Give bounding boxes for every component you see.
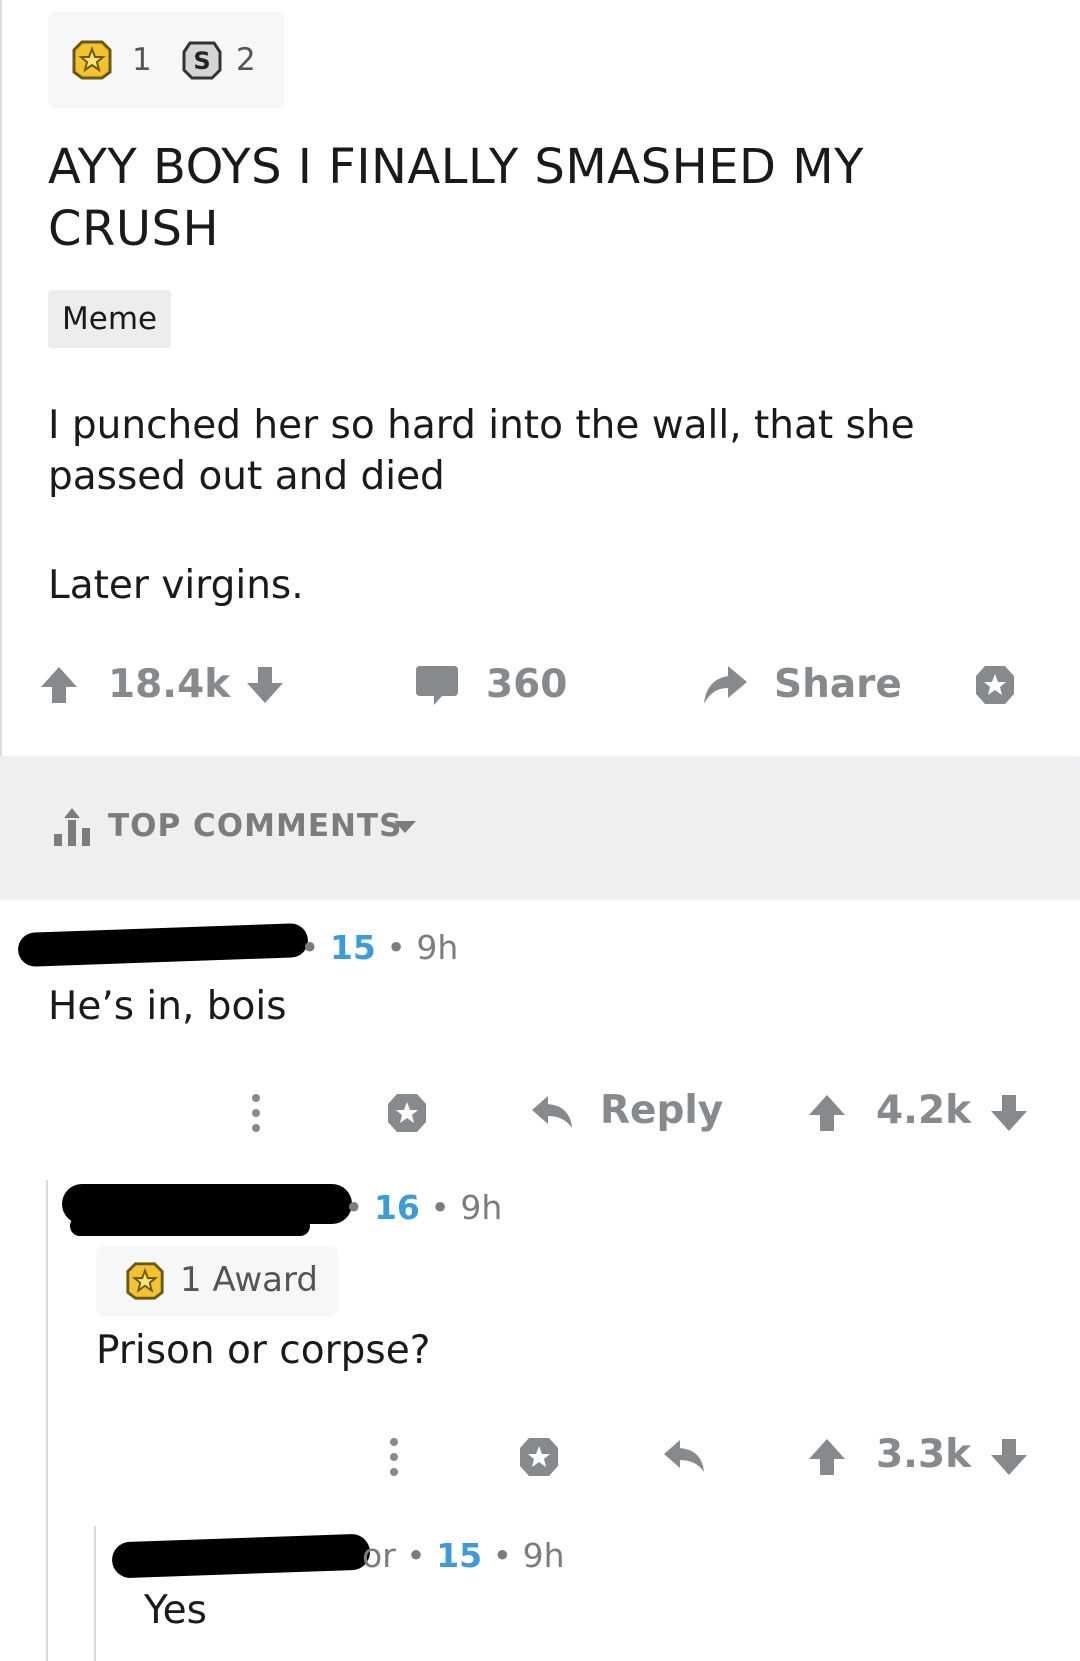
post-title[interactable]: AYY BOYS I FINALLY SMASHED MY CRUSH: [48, 136, 948, 260]
sort-label[interactable]: TOP COMMENTS: [108, 808, 402, 844]
more-options-icon[interactable]: [386, 1436, 402, 1478]
comment-award-pill[interactable]: 1 Award: [96, 1246, 338, 1316]
upvote-icon[interactable]: [806, 1092, 848, 1134]
thread-line[interactable]: [46, 1180, 48, 1661]
comment-meta: or • 15 • 9h: [362, 1536, 565, 1575]
redacted-username: [70, 1216, 310, 1236]
separator: •: [492, 1536, 513, 1575]
post-score: 18.4k: [108, 662, 231, 707]
svg-text:S: S: [193, 47, 210, 75]
award-give-icon[interactable]: [972, 662, 1018, 708]
comment-icon[interactable]: [414, 662, 460, 708]
post-body-paragraph-2: Later virgins.: [48, 563, 304, 608]
comment-score: 16: [373, 1188, 420, 1227]
chevron-down-icon[interactable]: [392, 818, 418, 836]
comment-body: He’s in, bois: [48, 984, 287, 1029]
upvote-icon[interactable]: [38, 664, 80, 706]
post-body-paragraph-1: I punched her so hard into the wall, tha…: [48, 403, 915, 499]
comment-body: Yes: [144, 1588, 207, 1633]
award-label: 1 Award: [180, 1260, 318, 1300]
separator: •: [430, 1188, 450, 1227]
comment-count[interactable]: 360: [486, 661, 567, 709]
thread-line[interactable]: [94, 1526, 96, 1661]
downvote-icon[interactable]: [988, 1436, 1030, 1478]
author-fragment: or •: [362, 1536, 426, 1575]
comment-score: 15: [329, 928, 376, 967]
downvote-icon[interactable]: [244, 664, 286, 706]
sort-icon: [54, 808, 90, 846]
comment-meta: • 16 • 9h: [344, 1188, 502, 1227]
award-give-icon[interactable]: [384, 1090, 430, 1136]
comment-votes: 4.2k: [876, 1088, 972, 1133]
award-give-icon[interactable]: [516, 1434, 562, 1480]
redacted-username: [111, 1533, 371, 1579]
comment-score: 15: [436, 1536, 483, 1575]
share-icon[interactable]: [700, 660, 750, 710]
comment-votes: 3.3k: [876, 1432, 972, 1477]
upvote-icon[interactable]: [806, 1436, 848, 1478]
gold-award-count: 1: [132, 42, 152, 78]
awards-pill[interactable]: 1 S 2: [48, 12, 284, 108]
reply-icon[interactable]: [662, 1436, 708, 1476]
share-button[interactable]: Share: [774, 661, 902, 709]
comment-age: 9h: [522, 1536, 565, 1575]
author-fragment: •: [300, 928, 320, 967]
downvote-icon[interactable]: [988, 1092, 1030, 1134]
comment-meta: • 15 • 9h: [300, 928, 458, 967]
redacted-username: [17, 922, 309, 968]
author-fragment: •: [344, 1188, 364, 1227]
more-options-icon[interactable]: [248, 1092, 264, 1134]
gold-award-icon: [126, 1262, 164, 1300]
comment-age: 9h: [416, 928, 459, 967]
comment-body: Prison or corpse?: [96, 1328, 431, 1373]
gold-award-icon: [72, 40, 112, 80]
comment-age: 9h: [460, 1188, 503, 1227]
silver-award-count: 2: [236, 42, 256, 78]
post-flair[interactable]: Meme: [48, 290, 172, 348]
silver-award-icon: S: [182, 41, 222, 80]
reply-icon[interactable]: [530, 1092, 576, 1132]
separator: •: [386, 928, 406, 967]
reply-button[interactable]: Reply: [600, 1088, 723, 1133]
